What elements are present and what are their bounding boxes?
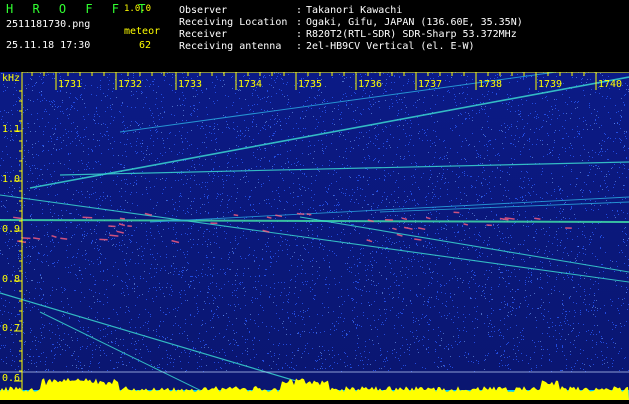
- y-tick-label-0.6: 0.6: [2, 374, 20, 384]
- date-time: 25.11.18 17:30: [6, 41, 90, 51]
- meteor-echo-dash: [307, 214, 312, 215]
- spectrogram-panel: kHz 1.1 1.0 0.9 0.8 0.7 0.6 1731 1732 17…: [0, 72, 629, 400]
- observer-sep: :: [296, 6, 302, 16]
- meteor-echo-dash: [464, 224, 468, 225]
- time-tick-label-1737: 1737: [418, 80, 442, 90]
- time-tick-label-1731: 1731: [58, 80, 82, 90]
- time-tick-label-1740: 1740: [598, 80, 622, 90]
- time-tick-label-1739: 1739: [538, 80, 562, 90]
- location-sep: :: [296, 18, 302, 28]
- meteor-label: meteor: [124, 27, 160, 37]
- y-tick-label-1.0: 1.0: [2, 175, 20, 185]
- antenna-label: Receiving antenna: [179, 42, 281, 52]
- observer-value: Takanori Kawachi: [306, 6, 402, 16]
- time-tick-label-1738: 1738: [478, 80, 502, 90]
- meteor-echo-dash: [60, 238, 67, 239]
- time-tick-label-1732: 1732: [118, 80, 142, 90]
- time-tick-label-1736: 1736: [358, 80, 382, 90]
- meteor-echo-dash: [414, 239, 421, 240]
- meteor-echo-dash: [33, 238, 40, 239]
- meteor-echo-dash: [120, 218, 125, 219]
- location-value: Ogaki, Gifu, JAPAN (136.60E, 35.35N): [306, 18, 523, 28]
- observer-label: Observer: [179, 6, 227, 16]
- y-unit-label: kHz: [2, 74, 20, 84]
- meteor-echo-dash: [267, 217, 272, 218]
- y-tick-label-0.8: 0.8: [2, 275, 20, 285]
- meteor-count: 62: [139, 41, 151, 51]
- y-tick-label-0.7: 0.7: [2, 324, 20, 334]
- location-label: Receiving Location: [179, 18, 287, 28]
- y-tick-label-1.1: 1.1: [2, 125, 20, 135]
- y-tick-label-0.9: 0.9: [2, 225, 20, 235]
- header-panel: H R O F F T 1.0.0 2511181730.png meteor …: [0, 0, 629, 72]
- time-tick-label-1733: 1733: [178, 80, 202, 90]
- app-version: 1.0.0: [124, 5, 151, 14]
- file-name: 2511181730.png: [6, 20, 90, 30]
- spectrogram-background: [0, 72, 629, 400]
- meteor-echo-dash: [297, 213, 304, 214]
- meteor-echo-dash: [534, 218, 540, 219]
- antenna-sep: :: [296, 42, 302, 52]
- receiver-label: Receiver: [179, 30, 227, 40]
- spectrogram-canvas: [0, 72, 629, 400]
- meteor-echo-dash: [234, 215, 238, 216]
- receiver-value: R820T2(RTL-SDR) SDR-Sharp 53.372MHz: [306, 30, 517, 40]
- time-tick-label-1735: 1735: [298, 80, 322, 90]
- meteor-echo-dash: [108, 226, 115, 227]
- meteor-echo-dash: [109, 235, 118, 236]
- receiver-sep: :: [296, 30, 302, 40]
- antenna-value: 2el-HB9CV Vertical (el. E-W): [306, 42, 475, 52]
- time-tick-label-1734: 1734: [238, 80, 262, 90]
